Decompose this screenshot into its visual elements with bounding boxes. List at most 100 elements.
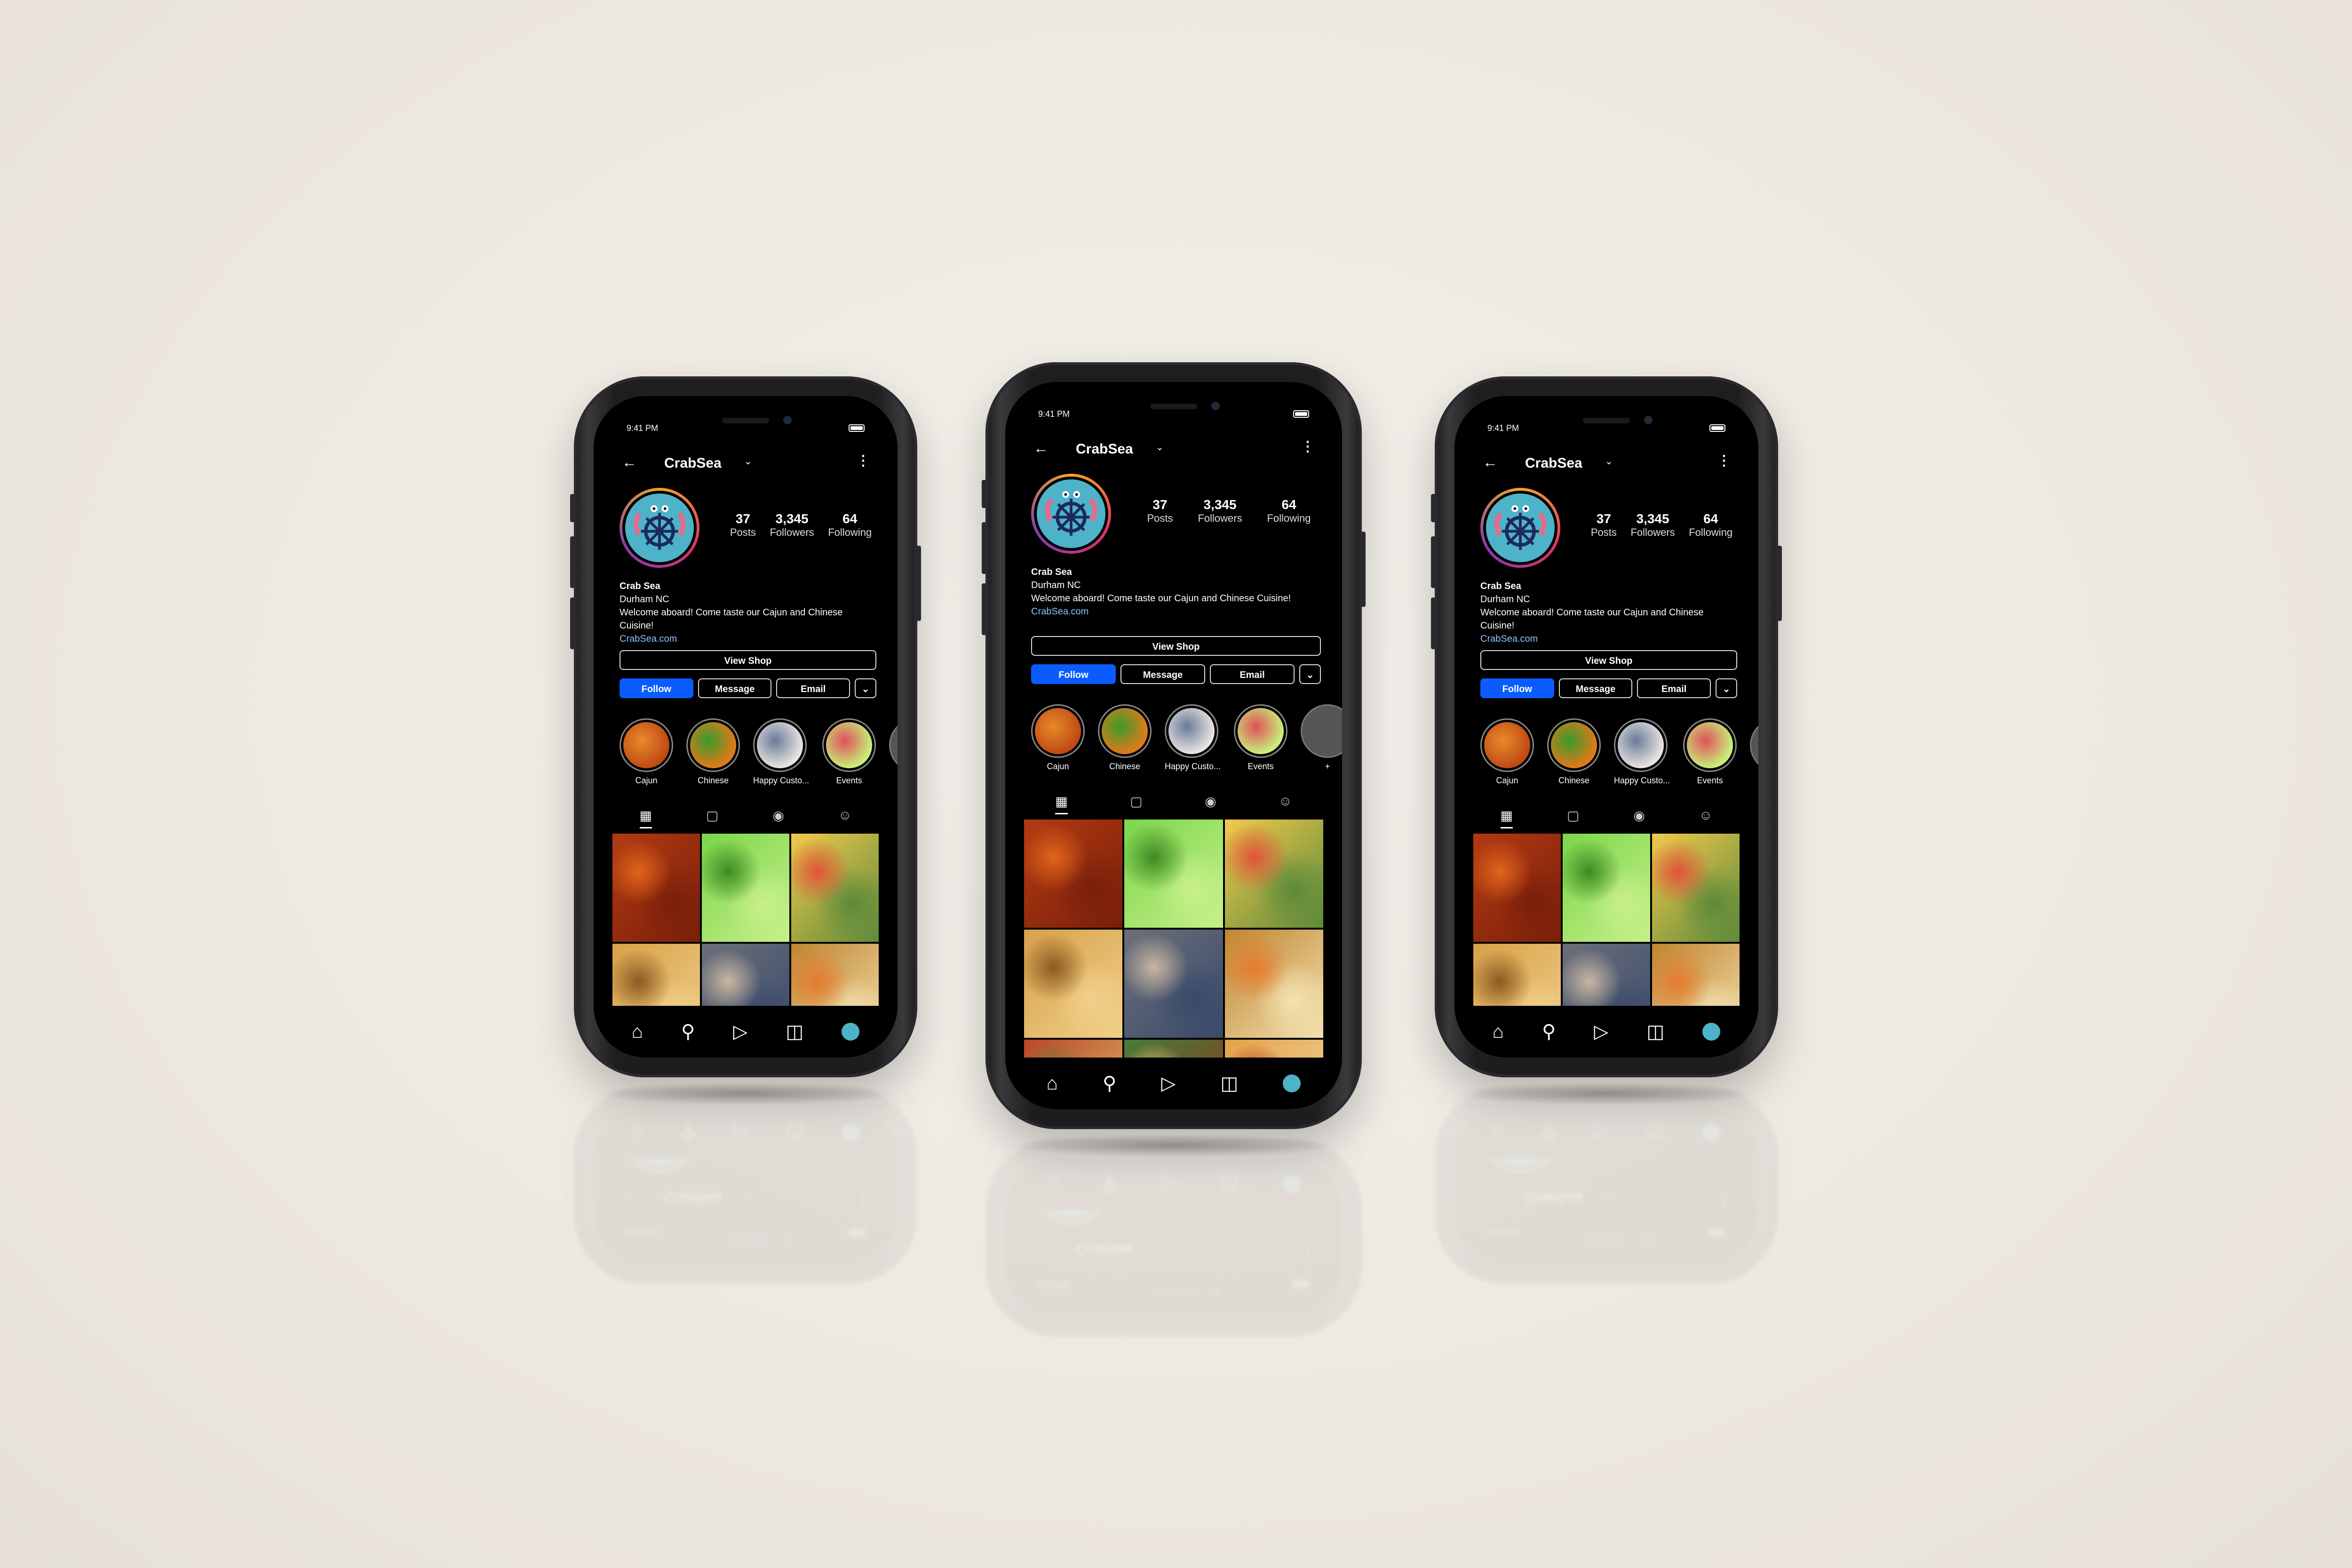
highlight-1[interactable]: Chinese xyxy=(686,718,740,786)
shop-bag-icon[interactable]: ◫ xyxy=(1220,1073,1238,1094)
back-arrow-icon[interactable]: ← xyxy=(1483,1190,1498,1207)
highlight-3[interactable]: Events xyxy=(822,718,876,786)
follow-button[interactable]: Follow xyxy=(1031,664,1116,684)
website-link[interactable]: CrabSea.com xyxy=(1031,605,1323,618)
profile-avatar-tab[interactable] xyxy=(1283,1075,1301,1092)
search-icon[interactable]: ⚲ xyxy=(1103,1173,1116,1195)
shop-bag-icon[interactable]: ◫ xyxy=(1220,1173,1238,1195)
more-dots-icon[interactable]: ⋮ xyxy=(856,453,870,469)
location-pin-icon[interactable]: ◉ xyxy=(1633,808,1645,828)
search-icon[interactable]: ⚲ xyxy=(1542,1021,1556,1043)
view-shop-button[interactable]: View Shop xyxy=(620,650,876,670)
back-arrow-icon[interactable]: ← xyxy=(1033,439,1049,457)
chevron-down-icon[interactable]: ⌄ xyxy=(744,1194,752,1205)
post-thumbnail[interactable] xyxy=(1224,820,1323,928)
highlight-2[interactable]: Happy Custo... xyxy=(1614,718,1670,786)
grid-icon[interactable]: ▦ xyxy=(1055,794,1068,814)
profile-avatar-tab[interactable] xyxy=(842,1023,860,1041)
post-thumbnail[interactable] xyxy=(1473,834,1561,942)
more-dots-icon[interactable]: ⋮ xyxy=(1301,438,1315,455)
home-icon[interactable]: ⌂ xyxy=(632,1122,643,1143)
website-link[interactable]: CrabSea.com xyxy=(620,632,879,645)
message-button[interactable]: Message xyxy=(1558,678,1633,698)
website-link[interactable]: CrabSea.com xyxy=(1480,632,1740,645)
new-highlight[interactable]: + xyxy=(1750,718,1758,786)
chevron-down-icon[interactable]: ⌄ xyxy=(1156,1245,1164,1257)
reels-icon[interactable]: ▢ xyxy=(1130,794,1142,814)
highlight-3[interactable]: Events xyxy=(1234,704,1288,772)
reels-icon[interactable]: ▢ xyxy=(1567,808,1579,828)
chevron-down-icon[interactable]: ⌄ xyxy=(1605,1194,1613,1205)
post-thumbnail[interactable] xyxy=(612,834,700,942)
more-dots-icon[interactable]: ⋮ xyxy=(1717,1192,1730,1208)
grid-icon[interactable]: ▦ xyxy=(1500,808,1513,828)
location-pin-icon[interactable]: ◉ xyxy=(1205,794,1216,814)
profile-handle[interactable]: CrabSea xyxy=(664,1189,722,1205)
post-thumbnail[interactable] xyxy=(1652,834,1740,942)
post-thumbnail[interactable] xyxy=(1224,930,1323,1038)
shop-bag-icon[interactable]: ◫ xyxy=(786,1021,803,1043)
shop-bag-icon[interactable]: ◫ xyxy=(786,1122,803,1143)
stat-2[interactable]: 64 Following xyxy=(1267,497,1311,525)
highlight-0[interactable]: Cajun xyxy=(620,718,673,786)
post-thumbnail[interactable] xyxy=(1024,930,1123,1038)
tagged-icon[interactable]: ☺ xyxy=(838,808,852,828)
stat-1[interactable]: 3,345 Followers xyxy=(1198,497,1242,525)
back-arrow-icon[interactable]: ← xyxy=(622,1190,637,1207)
profile-handle[interactable]: CrabSea xyxy=(664,455,722,471)
message-button[interactable]: Message xyxy=(698,678,772,698)
profile-handle[interactable]: CrabSea xyxy=(1076,441,1133,457)
view-shop-button[interactable]: View Shop xyxy=(1031,636,1321,656)
reels-tab-icon[interactable]: ▷ xyxy=(1594,1122,1608,1143)
more-dots-icon[interactable]: ⋮ xyxy=(1301,1243,1314,1260)
post-thumbnail[interactable] xyxy=(1124,930,1223,1038)
suggested-dropdown-button[interactable]: ⌄ xyxy=(1299,664,1321,684)
home-icon[interactable]: ⌂ xyxy=(1047,1073,1058,1094)
stat-2[interactable]: 64 Following xyxy=(828,511,872,539)
profile-handle[interactable]: CrabSea xyxy=(1525,455,1582,471)
highlight-2[interactable]: Happy Custo... xyxy=(1165,704,1221,772)
tagged-icon[interactable]: ☺ xyxy=(1279,794,1292,814)
avatar[interactable] xyxy=(1031,474,1111,554)
stat-1[interactable]: 3,345 Followers xyxy=(1630,511,1675,539)
reels-icon[interactable]: ▢ xyxy=(706,808,718,828)
reels-tab-icon[interactable]: ▷ xyxy=(733,1021,747,1043)
post-thumbnail[interactable] xyxy=(1124,820,1223,928)
highlight-1[interactable]: Chinese xyxy=(1098,704,1152,772)
search-icon[interactable]: ⚲ xyxy=(1542,1122,1556,1143)
reels-tab-icon[interactable]: ▷ xyxy=(1594,1021,1608,1043)
reels-tab-icon[interactable]: ▷ xyxy=(1161,1073,1176,1094)
tagged-icon[interactable]: ☺ xyxy=(1699,808,1713,828)
location-pin-icon[interactable]: ◉ xyxy=(772,808,784,828)
shop-bag-icon[interactable]: ◫ xyxy=(1646,1122,1664,1143)
suggested-dropdown-button[interactable]: ⌄ xyxy=(855,678,877,698)
reels-tab-icon[interactable]: ▷ xyxy=(733,1122,747,1143)
stat-0[interactable]: 37 Posts xyxy=(730,511,756,539)
profile-avatar-tab[interactable] xyxy=(1283,1175,1301,1193)
profile-handle[interactable]: CrabSea xyxy=(1525,1189,1582,1205)
back-arrow-icon[interactable]: ← xyxy=(1483,454,1498,471)
stat-0[interactable]: 37 Posts xyxy=(1147,497,1173,525)
highlight-1[interactable]: Chinese xyxy=(1547,718,1601,786)
home-icon[interactable]: ⌂ xyxy=(1493,1122,1504,1143)
profile-avatar-tab[interactable] xyxy=(1702,1123,1721,1141)
more-dots-icon[interactable]: ⋮ xyxy=(1717,453,1731,469)
back-arrow-icon[interactable]: ← xyxy=(622,454,637,471)
search-icon[interactable]: ⚲ xyxy=(1103,1073,1116,1094)
reels-tab-icon[interactable]: ▷ xyxy=(1161,1173,1176,1195)
chevron-down-icon[interactable]: ⌄ xyxy=(744,455,752,467)
back-arrow-icon[interactable]: ← xyxy=(1033,1242,1049,1259)
email-button[interactable]: Email xyxy=(776,678,850,698)
highlight-2[interactable]: Happy Custo... xyxy=(753,718,809,786)
chevron-down-icon[interactable]: ⌄ xyxy=(1605,455,1613,467)
new-highlight[interactable]: + xyxy=(1301,704,1342,772)
highlight-3[interactable]: Events xyxy=(1683,718,1737,786)
shop-bag-icon[interactable]: ◫ xyxy=(1646,1021,1664,1043)
stat-0[interactable]: 37 Posts xyxy=(1591,511,1617,539)
follow-button[interactable]: Follow xyxy=(620,678,693,698)
follow-button[interactable]: Follow xyxy=(1480,678,1554,698)
home-icon[interactable]: ⌂ xyxy=(1493,1021,1504,1043)
home-icon[interactable]: ⌂ xyxy=(632,1021,643,1043)
profile-avatar-tab[interactable] xyxy=(1702,1023,1721,1041)
post-thumbnail[interactable] xyxy=(1563,834,1650,942)
